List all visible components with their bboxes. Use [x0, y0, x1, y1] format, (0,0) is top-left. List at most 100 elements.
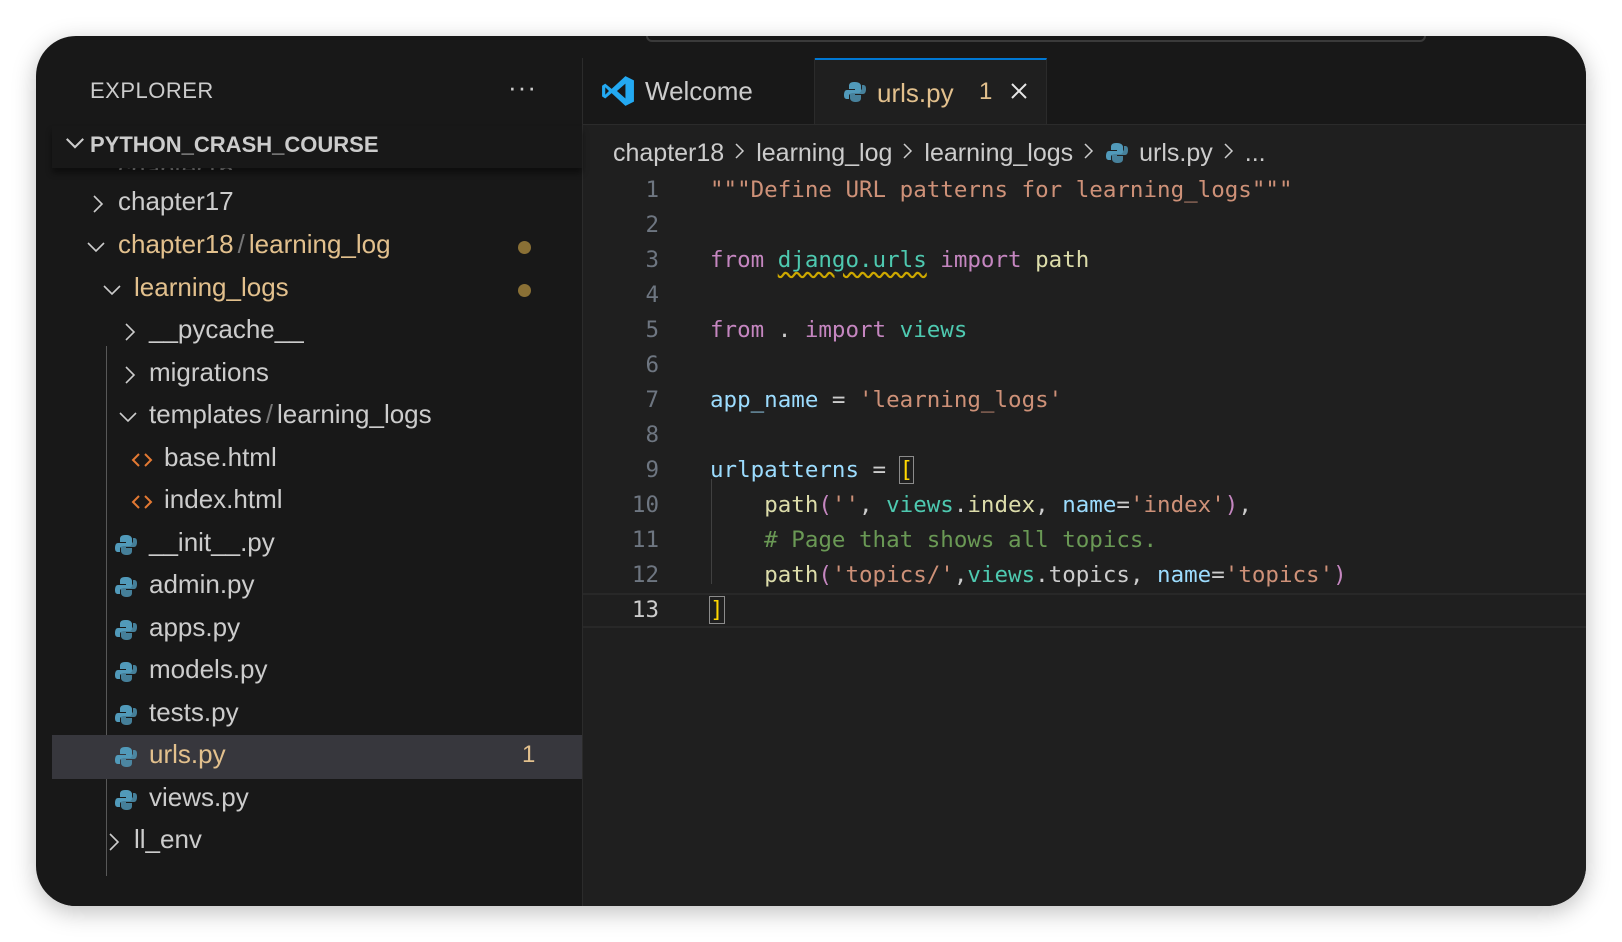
chevron-right-icon [122, 365, 136, 384]
tree-file-admin-py[interactable]: admin.py [52, 565, 582, 609]
code-line[interactable]: 10 path('', views.index, name='index'), [583, 488, 1586, 523]
line-number: 5 [645, 317, 659, 343]
code-editor[interactable]: chapter18 learning_log learning_logs url… [583, 125, 1586, 906]
tree-folder-chapter18-learning-log[interactable]: chapter18/learning_log [52, 225, 582, 269]
python-file-icon [1105, 141, 1129, 165]
python-file-icon [114, 788, 138, 812]
tree-folder-templates[interactable]: templates / learning_logs [52, 395, 582, 439]
tree-file-apps-py[interactable]: apps.py [52, 608, 582, 652]
line-number: 4 [645, 282, 659, 308]
tree-label: chapter18/learning_log [118, 229, 391, 259]
code-line[interactable]: 1 """Define URL patterns for learning_lo… [583, 173, 1586, 208]
line-number: 8 [645, 422, 659, 448]
html-file-icon [130, 448, 154, 472]
tree-label: chapter17 [118, 186, 234, 216]
code-line[interactable]: 2 [583, 208, 1586, 243]
code-line-current[interactable]: 13 ] [583, 593, 1586, 628]
tree-folder-ll-env[interactable]: ll_env [52, 820, 582, 864]
matched-bracket: [ [898, 456, 915, 484]
chevron-down-icon [118, 409, 137, 423]
tree-label: index.html [164, 484, 283, 514]
chevron-down-icon [102, 282, 121, 296]
line-number: 12 [631, 562, 659, 588]
chevron-right-icon [1083, 139, 1095, 168]
python-file-icon [114, 618, 138, 642]
code-line[interactable]: 5 from . import views [583, 313, 1586, 348]
problem-count-badge: 1 [522, 741, 536, 768]
line-number: 2 [645, 212, 659, 238]
vscode-logo-icon [601, 74, 635, 113]
tree-file-tests-py[interactable]: tests.py [52, 693, 582, 737]
chevron-right-icon [1223, 139, 1235, 168]
code-comment: # Page that shows all topics. [710, 527, 1158, 553]
breadcrumb-item[interactable]: ... [1245, 139, 1266, 168]
tree-label: tests.py [149, 697, 239, 727]
code-line[interactable]: 6 [583, 348, 1586, 383]
breadcrumb-item[interactable]: learning_log [756, 139, 892, 168]
warning-squiggle: django.urls [777, 247, 927, 273]
workspace-root-folder[interactable]: PYTHON_CRASH_COURSE [52, 126, 582, 168]
tree-file-views-py[interactable]: views.py [52, 778, 582, 822]
command-center-bar[interactable] [646, 36, 1426, 42]
chevron-down-icon [86, 239, 105, 253]
tree-label: admin.py [149, 569, 255, 599]
close-icon[interactable] [1007, 78, 1031, 109]
code-text: from django.urls import path [710, 247, 1090, 273]
tree-label: templates / learning_logs [149, 399, 432, 429]
code-line[interactable]: 7 app_name = 'learning_logs' [583, 383, 1586, 418]
breadcrumb-item[interactable]: urls.py [1139, 139, 1213, 168]
modified-dot-icon [518, 284, 531, 297]
tab-urls-py[interactable]: urls.py 1 [815, 58, 1047, 124]
tree-folder-pycache[interactable]: __pycache__ [52, 310, 582, 354]
code-line[interactable]: 8 [583, 418, 1586, 453]
tree-folder-learning-logs[interactable]: learning_logs [52, 268, 582, 312]
tree-folder-migrations[interactable]: migrations [52, 353, 582, 397]
workspace-root-label: PYTHON_CRASH_COURSE [90, 132, 379, 157]
explorer-sidebar: EXPLORER ··· PYTHON_CRASH_COURSE chapter… [52, 58, 582, 906]
breadcrumb-item[interactable]: chapter18 [613, 139, 724, 168]
line-number: 10 [631, 492, 659, 518]
code-text: path('', views.index, name='index'), [764, 492, 1252, 518]
problem-count-badge: 1 [979, 78, 993, 105]
code-line[interactable]: 9 urlpatterns = [ [583, 453, 1586, 488]
code-line[interactable]: 4 [583, 278, 1586, 313]
line-number: 9 [645, 457, 659, 483]
tree-label: base.html [164, 442, 277, 472]
tab-welcome[interactable]: Welcome [583, 58, 815, 124]
code-text: app_name = 'learning_logs' [710, 387, 1063, 413]
tree-file-index-html[interactable]: index.html [52, 480, 582, 524]
tree-label: views.py [149, 782, 249, 812]
code-text: path('topics/',views.topics, name='topic… [764, 562, 1347, 588]
tab-label: urls.py [877, 78, 954, 108]
python-file-icon [114, 533, 138, 557]
line-number: 13 [631, 597, 659, 623]
line-number: 7 [645, 387, 659, 413]
code-line[interactable]: 11 # Page that shows all topics. [583, 523, 1586, 558]
line-number: 3 [645, 247, 659, 273]
python-file-icon [114, 745, 138, 769]
code-text: ] [709, 596, 725, 624]
tree-file-urls-py[interactable]: urls.py 1 [52, 735, 582, 779]
code-line[interactable]: 3 from django.urls import path [583, 243, 1586, 278]
tree-file-init-py[interactable]: __init__.py [52, 523, 582, 567]
chevron-down-icon [64, 132, 84, 149]
tree-label: migrations [149, 357, 269, 387]
tree-folder-chapter17[interactable]: chapter17 [52, 182, 582, 226]
code-line[interactable]: 12 path('topics/',views.topics, name='to… [583, 558, 1586, 593]
breadcrumb-item[interactable]: learning_logs [924, 139, 1073, 168]
tree-label: __init__.py [149, 527, 275, 557]
chevron-right-icon [90, 194, 104, 213]
python-file-icon [843, 80, 867, 109]
python-file-icon [114, 703, 138, 727]
chevron-right-icon [122, 322, 136, 341]
tree-label: urls.py [149, 739, 226, 769]
tree-label: apps.py [149, 612, 241, 642]
tree-label: learning_logs [134, 272, 289, 302]
tree-file-base-html[interactable]: base.html [52, 438, 582, 482]
code-text: from . import views [710, 317, 968, 343]
more-actions-button[interactable]: ··· [508, 72, 537, 103]
tab-label: Welcome [645, 76, 753, 106]
code-text: """Define URL patterns for learning_logs… [710, 177, 1293, 203]
html-file-icon [130, 490, 154, 514]
tree-file-models-py[interactable]: models.py [52, 650, 582, 694]
